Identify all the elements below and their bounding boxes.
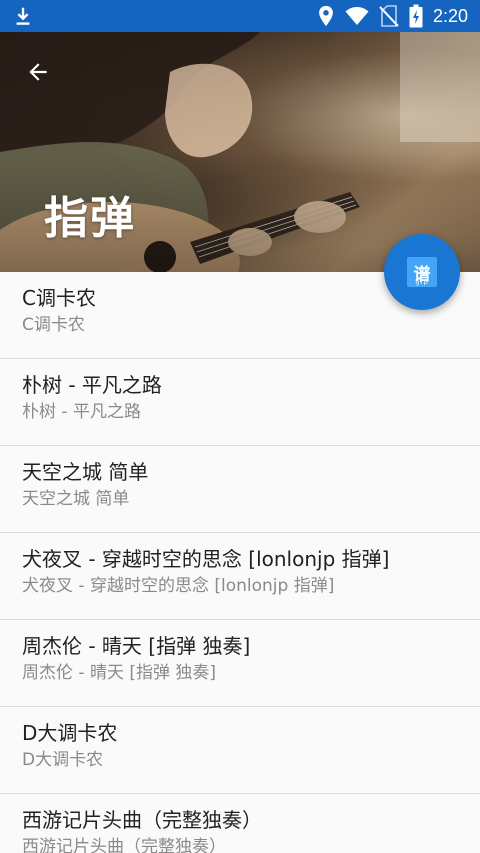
- tab-book-button[interactable]: 谱 gtp: [384, 234, 460, 310]
- list-item[interactable]: D大调卡农 D大调卡农: [0, 707, 480, 794]
- battery-charging-icon: [409, 4, 423, 28]
- song-subtitle: 朴树 - 平凡之路: [22, 402, 141, 422]
- list-item[interactable]: 周杰伦 - 晴天 [指弹 独奏] 周杰伦 - 晴天 [指弹 独奏]: [0, 620, 480, 707]
- song-subtitle: 天空之城 简单: [22, 489, 130, 509]
- list-item[interactable]: 西游记片头曲（完整独奏） 西游记片头曲（完整独奏）: [0, 794, 480, 853]
- song-title: 朴树 - 平凡之路: [22, 373, 162, 397]
- song-subtitle: 西游记片头曲（完整独奏）: [22, 837, 226, 853]
- status-bar: 2:20: [0, 0, 480, 32]
- download-icon: [12, 5, 34, 27]
- list-item[interactable]: 天空之城 简单 天空之城 简单: [0, 446, 480, 533]
- song-subtitle: C调卡农: [22, 315, 85, 335]
- song-title: D大调卡农: [22, 721, 118, 745]
- fab-sub-label: gtp: [415, 279, 429, 286]
- song-list-screen: 2:20 指弹 谱 gtp C调卡农 C调卡农 朴树 - 平凡之路 朴树 - 平…: [0, 0, 480, 853]
- location-icon: [317, 5, 335, 27]
- list-item[interactable]: 犬夜叉 - 穿越时空的思念 [lonlonjp 指弹] 犬夜叉 - 穿越时空的思…: [0, 533, 480, 620]
- arrow-left-icon: [25, 59, 51, 89]
- back-button[interactable]: [16, 52, 60, 96]
- page-title: 指弹: [44, 193, 136, 244]
- song-subtitle: 周杰伦 - 晴天 [指弹 独奏]: [22, 663, 217, 683]
- no-sim-icon: [379, 5, 399, 27]
- list-item[interactable]: 朴树 - 平凡之路 朴树 - 平凡之路: [0, 359, 480, 446]
- tab-book-icon: 谱 gtp: [407, 257, 437, 287]
- song-title: 西游记片头曲（完整独奏）: [22, 808, 262, 832]
- song-title: 天空之城 简单: [22, 460, 149, 484]
- song-title: 周杰伦 - 晴天 [指弹 独奏]: [22, 634, 251, 658]
- song-list: C调卡农 C调卡农 朴树 - 平凡之路 朴树 - 平凡之路 天空之城 简单 天空…: [0, 272, 480, 853]
- wifi-icon: [345, 6, 369, 26]
- song-subtitle: D大调卡农: [22, 750, 104, 770]
- status-time: 2:20: [432, 5, 468, 26]
- song-subtitle: 犬夜叉 - 穿越时空的思念 [lonlonjp 指弹]: [22, 576, 335, 596]
- song-title: 犬夜叉 - 穿越时空的思念 [lonlonjp 指弹]: [22, 547, 390, 571]
